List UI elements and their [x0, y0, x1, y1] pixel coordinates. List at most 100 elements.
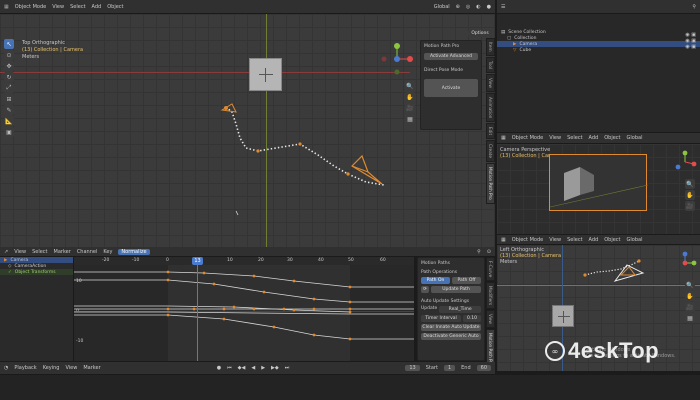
motion-path-pro-title: Motion Path Pro — [424, 44, 460, 49]
filter-icon[interactable]: ⚲ — [477, 249, 481, 255]
view-menu[interactable]: View — [65, 365, 77, 371]
tab-view[interactable]: View — [486, 310, 495, 329]
outliner-row[interactable]: ▽ Cube — [497, 47, 700, 53]
tab-fcurve[interactable]: F-Curve — [486, 257, 495, 282]
tab-modifiers[interactable]: Modifiers — [486, 282, 495, 310]
clear-auto-update-button[interactable]: Clear Innate Auto Update — [421, 324, 481, 331]
transform-orientation[interactable]: Global — [627, 135, 643, 141]
menu-object[interactable]: Object — [604, 135, 620, 141]
transform-orientation[interactable]: Global — [434, 4, 450, 10]
menu-key[interactable]: Key — [103, 249, 112, 255]
menu-select[interactable]: Select — [70, 4, 85, 10]
activate-button[interactable]: Activate — [424, 79, 478, 97]
playhead-frame-badge[interactable]: 13 — [192, 257, 203, 265]
navigation-gizmo[interactable] — [380, 42, 414, 76]
jump-end-icon[interactable]: ⏭ — [285, 365, 290, 371]
pan-hand-icon[interactable]: ✋ — [405, 92, 415, 102]
jump-start-icon[interactable]: ⏮ — [227, 365, 232, 371]
transform-orientation[interactable]: Global — [627, 237, 643, 243]
navigation-gizmo[interactable] — [673, 251, 697, 275]
camera-view-icon[interactable]: 🎥 — [685, 201, 695, 211]
play-reverse-icon[interactable]: ◀ — [251, 365, 255, 371]
menu-add[interactable]: Add — [92, 4, 102, 10]
ortho-grid-icon[interactable]: ▦ — [405, 114, 415, 124]
pivot-icon[interactable]: ⊙ — [487, 249, 491, 255]
tab-edit[interactable]: Edit — [486, 122, 495, 140]
timer-interval-field[interactable]: 0.10 — [463, 315, 481, 322]
current-frame-field[interactable]: 13 — [405, 365, 420, 371]
zoom-icon[interactable]: 🔍 — [405, 81, 415, 91]
path-off-button[interactable]: Path Off — [452, 277, 481, 284]
menu-select[interactable]: Select — [32, 249, 47, 255]
editor-type-icon[interactable]: ◔ — [4, 365, 8, 371]
prev-key-icon[interactable]: ◆◀ — [238, 365, 246, 371]
shading-icon[interactable]: ● — [487, 4, 491, 10]
mode-select[interactable]: Object Mode — [15, 4, 47, 10]
deactivate-auto-button[interactable]: Deactivate Generic Auto — [421, 333, 481, 340]
menu-view[interactable]: View — [14, 249, 26, 255]
activate-advanced-button[interactable]: Activate Advanced — [424, 53, 478, 60]
editor-type-icon[interactable]: ↗ — [4, 249, 8, 255]
ortho-grid-icon[interactable]: ▦ — [685, 313, 695, 323]
tab-item[interactable]: Item — [486, 38, 495, 56]
zoom-icon[interactable]: 🔍 — [685, 179, 695, 189]
menu-view[interactable]: View — [52, 4, 64, 10]
navigation-gizmo[interactable] — [673, 150, 697, 174]
refresh-icon[interactable]: ⟳ — [421, 286, 429, 293]
zoom-icon[interactable]: 🔍 — [685, 280, 695, 290]
menu-view[interactable]: View — [549, 237, 561, 243]
update-mode-label: Update — [421, 306, 438, 311]
options-dropdown[interactable]: Options — [468, 30, 492, 37]
menu-select[interactable]: Select — [567, 237, 582, 243]
menu-channel[interactable]: Channel — [77, 249, 98, 255]
playback-menu[interactable]: Playback — [14, 365, 36, 371]
graph-area[interactable]: -20 -10 0 10 20 30 40 50 60 10 0 -10 13 — [74, 257, 414, 361]
main-viewport[interactable]: ↖ ⊙ ✥ ↻ ⤢ ⊞ ✎ 📐 ▣ Top Orthographic (13) … — [0, 14, 495, 247]
cube-object[interactable] — [552, 305, 574, 327]
camera-viewport[interactable]: Camera Perspective (13) Collection | Cam… — [497, 144, 700, 234]
filter-icon[interactable]: ⚲ — [692, 4, 696, 10]
mesh-icon: ▽ — [513, 47, 517, 53]
channel-row[interactable]: ✓ Object Transforms — [0, 269, 73, 275]
end-frame-field[interactable]: 60 — [476, 365, 492, 371]
menu-marker[interactable]: Marker — [54, 249, 71, 255]
pan-hand-icon[interactable]: ✋ — [685, 190, 695, 200]
mode-select[interactable]: Object Mode — [512, 135, 544, 141]
mode-select[interactable]: Object Mode — [512, 237, 544, 243]
next-key-icon[interactable]: ▶◆ — [271, 365, 279, 371]
proportional-icon[interactable]: ◎ — [466, 4, 470, 10]
camera-view-icon[interactable]: 🎥 — [685, 302, 695, 312]
pan-hand-icon[interactable]: ✋ — [685, 291, 695, 301]
keying-menu[interactable]: Keying — [43, 365, 60, 371]
tab-create[interactable]: Create — [486, 140, 495, 163]
editor-type-icon[interactable]: ▦ — [501, 135, 506, 141]
menu-object[interactable]: Object — [604, 237, 620, 243]
outliner-type-icon[interactable]: ☰ — [501, 4, 505, 10]
camera-view-icon[interactable]: 🎥 — [405, 103, 415, 113]
menu-view[interactable]: View — [549, 135, 561, 141]
record-icon[interactable]: ● — [217, 365, 221, 371]
menu-add[interactable]: Add — [589, 135, 599, 141]
motion-path-pro-panel: Motion Path Pro Activate Advanced Direct… — [420, 40, 482, 130]
normalize-toggle[interactable]: Normalize — [118, 248, 150, 255]
update-path-button[interactable]: Update Path — [431, 286, 481, 293]
tab-tool[interactable]: Tool — [486, 56, 495, 73]
eye-icon[interactable]: ◉ ▣ — [685, 44, 696, 50]
overlay-icon[interactable]: ◐ — [476, 4, 480, 10]
start-label: Start — [425, 365, 438, 371]
tab-motion-path-pro[interactable]: Motion Path Pro — [486, 163, 495, 204]
editor-type-icon[interactable]: ▦ — [4, 4, 9, 10]
start-frame-field[interactable]: 1 — [443, 365, 456, 371]
menu-object[interactable]: Object — [107, 4, 123, 10]
play-icon[interactable]: ▶ — [261, 365, 265, 371]
path-on-button[interactable]: Path On — [421, 277, 450, 284]
editor-type-icon[interactable]: ▦ — [501, 237, 506, 243]
marker-menu[interactable]: Marker — [83, 365, 100, 371]
tab-animation[interactable]: Animation — [486, 92, 495, 122]
playhead-line[interactable] — [197, 257, 198, 361]
tab-view[interactable]: View — [486, 73, 495, 92]
snap-icon[interactable]: ⊕ — [456, 4, 460, 10]
menu-add[interactable]: Add — [589, 237, 599, 243]
update-mode-select[interactable]: Real_Time — [439, 306, 481, 313]
menu-select[interactable]: Select — [567, 135, 582, 141]
